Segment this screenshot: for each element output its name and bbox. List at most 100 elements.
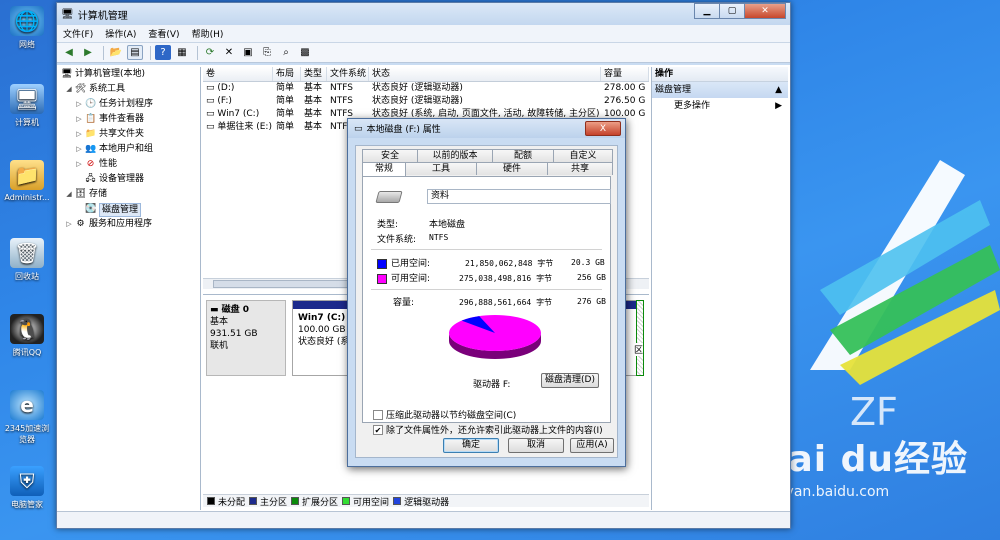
expand-arrow-icon[interactable]: ▷ [65, 217, 73, 232]
column-status[interactable]: 状态 [369, 67, 601, 81]
tab-general[interactable]: 常规 [362, 162, 406, 176]
tab-row-top: 安全 以前的版本 配额 自定义 [362, 149, 613, 162]
wallpaper-logo-text: ZF [850, 390, 898, 430]
tab-sharing[interactable]: 共享 [547, 162, 613, 175]
network-icon: 🌐 [10, 6, 44, 36]
expand-arrow-icon[interactable]: ▷ [75, 97, 83, 112]
volume-drive-icon: ▭ [206, 96, 218, 106]
navigation-tree: 🖥 计算机管理(本地) ◢ 🛠 系统工具 ▷ 🕒 任务计划程序 ▷ 📋 事件查看… [59, 67, 201, 510]
volume-drive-icon: ▭ [206, 83, 218, 93]
tree-item-storage[interactable]: ◢ 🗄 存储 [59, 187, 200, 202]
expand-arrow-icon[interactable]: ▷ [75, 112, 83, 127]
index-checkbox[interactable]: ✔ 除了文件属性外，还允许索引此驱动器上文件的内容(I) [373, 423, 603, 436]
compress-checkbox[interactable]: 压缩此驱动器以节约磁盘空间(C) [373, 408, 516, 421]
back-icon[interactable]: ◀ [61, 45, 77, 60]
layout-cell: 简单 [276, 122, 295, 132]
up-folder-icon[interactable]: 📂 [108, 45, 124, 60]
free-space-gb: 256 GB [577, 273, 606, 282]
desktop-icon-guard[interactable]: ⛨ 电脑管家 [4, 466, 50, 510]
action-section-disk-management[interactable]: 磁盘管理 ▲ [652, 82, 788, 98]
tree-item-system-tools[interactable]: ◢ 🛠 系统工具 [59, 82, 200, 97]
refresh-icon[interactable]: ⟳ [202, 45, 218, 60]
toolbar: ◀ ▶ 📂 ▤ ? ▦ ⟳ ✕ ▣ ⎘ ⌕ ▩ [57, 43, 790, 63]
disk-management-icon: 💽 [85, 204, 97, 214]
column-filesystem[interactable]: 文件系统 [327, 67, 369, 81]
close-button[interactable]: ✕ [744, 3, 786, 19]
export-icon[interactable]: ⎘ [259, 45, 275, 60]
collapse-arrow-icon[interactable]: ◢ [65, 82, 73, 97]
desktop-icon-qq[interactable]: 🐧 腾讯QQ [4, 314, 50, 358]
tab-quota[interactable]: 配额 [492, 149, 554, 162]
tab-tools[interactable]: 工具 [405, 162, 477, 175]
show-tree-icon[interactable]: ▤ [127, 45, 143, 60]
tree-item-device-manager[interactable]: 🖧 设备管理器 [59, 172, 200, 187]
tab-customize[interactable]: 自定义 [553, 149, 613, 162]
table-row[interactable]: ▭ (D:) 简单 基本 NTFS 状态良好 (逻辑驱动器) 278.00 G [203, 82, 649, 95]
window-title: 计算机管理 [77, 10, 128, 22]
collapse-arrow-icon[interactable]: ◢ [65, 187, 73, 202]
volume-label-input[interactable]: 资料 [427, 189, 611, 204]
tree-item-task-scheduler[interactable]: ▷ 🕒 任务计划程序 [59, 97, 200, 112]
tree-item-services-apps[interactable]: ▷ ⚙ 服务和应用程序 [59, 217, 200, 232]
tree-item-performance[interactable]: ▷ ⊘ 性能 [59, 157, 200, 172]
search-icon[interactable]: ⌕ [278, 45, 294, 60]
chevron-right-icon: ▶ [775, 101, 782, 111]
ok-button[interactable]: 确定 [443, 438, 499, 453]
dialog-close-button[interactable]: X [585, 121, 621, 136]
app-icon: 🖥 [61, 8, 74, 20]
collapse-up-icon[interactable]: ▲ [775, 82, 782, 98]
desktop-icon-admin[interactable]: 📁 Administr... [4, 160, 50, 202]
disk-0-label[interactable]: ▬ 磁盘 0 基本 931.51 GB 联机 [206, 300, 286, 376]
tab-hardware[interactable]: 硬件 [476, 162, 548, 175]
column-volume[interactable]: 卷 [203, 67, 273, 81]
disk-icon: ▬ [210, 305, 222, 315]
volume-drive-icon: ▭ [206, 109, 218, 119]
menu-file[interactable]: 文件(F) [63, 27, 93, 40]
tree-item-local-users[interactable]: ▷ 👥 本地用户和组 [59, 142, 200, 157]
volume-cell: 单据往来 (E:) [217, 122, 272, 132]
tree-item-disk-management[interactable]: 💽 磁盘管理 [59, 202, 200, 217]
column-type[interactable]: 类型 [301, 67, 327, 81]
action-more-actions[interactable]: 更多操作 ▶ [652, 98, 788, 114]
help-icon[interactable]: ? [155, 45, 171, 60]
column-capacity[interactable]: 容量 [601, 67, 649, 81]
tree-item-root[interactable]: 🖥 计算机管理(本地) [59, 67, 200, 82]
dialog-title: 本地磁盘 (F:) 属性 [366, 125, 441, 135]
minimize-button[interactable]: ▁ [694, 3, 720, 19]
view-icon[interactable]: ▦ [174, 45, 190, 60]
tree-item-event-viewer[interactable]: ▷ 📋 事件查看器 [59, 112, 200, 127]
tab-security[interactable]: 安全 [362, 149, 418, 162]
tree-item-shared-folders[interactable]: ▷ 📁 共享文件夹 [59, 127, 200, 142]
table-row[interactable]: ▭ (F:) 简单 基本 NTFS 状态良好 (逻辑驱动器) 276.50 G [203, 95, 649, 108]
expand-arrow-icon[interactable]: ▷ [75, 127, 83, 142]
properties-icon[interactable]: ▣ [240, 45, 256, 60]
menu-view[interactable]: 查看(V) [148, 27, 179, 40]
title-bar[interactable]: 🖥 计算机管理 [57, 3, 790, 25]
apply-button[interactable]: 应用(A) [570, 438, 614, 453]
clock-icon: 🕒 [85, 99, 97, 109]
expand-arrow-icon[interactable]: ▷ [75, 157, 83, 172]
dialog-title-bar[interactable]: ▭ 本地磁盘 (F:) 属性 [348, 119, 625, 138]
expand-arrow-icon[interactable]: ▷ [75, 142, 83, 157]
desktop-icon-network[interactable]: 🌐 网络 [4, 6, 50, 50]
tools-icon: 🛠 [75, 84, 87, 94]
type-cell: 基本 [304, 122, 323, 132]
tab-previous-versions[interactable]: 以前的版本 [417, 149, 493, 162]
desktop-icon-browser[interactable]: e 2345加速浏览器 [4, 390, 50, 445]
disk-cleanup-button[interactable]: 磁盘清理(D) [541, 373, 599, 388]
menu-action[interactable]: 操作(A) [105, 27, 136, 40]
desktop-icon-recycle[interactable]: 🗑 回收站 [4, 238, 50, 282]
menu-help[interactable]: 帮助(H) [192, 27, 224, 40]
partition-extended[interactable] [636, 300, 644, 376]
disk-status: 联机 [210, 341, 229, 351]
forward-icon[interactable]: ▶ [80, 45, 96, 60]
volume-cell: (F:) [217, 96, 232, 106]
capacity-cell: 278.00 G [604, 83, 646, 93]
delete-icon[interactable]: ✕ [221, 45, 237, 60]
cancel-button[interactable]: 取消 [508, 438, 564, 453]
column-layout[interactable]: 布局 [273, 67, 301, 81]
maximize-button[interactable]: ▢ [719, 3, 745, 19]
recycle-bin-icon: 🗑 [10, 238, 44, 268]
rescan-icon[interactable]: ▩ [297, 45, 313, 60]
desktop-icon-computer[interactable]: 🖥 计算机 [4, 84, 50, 128]
